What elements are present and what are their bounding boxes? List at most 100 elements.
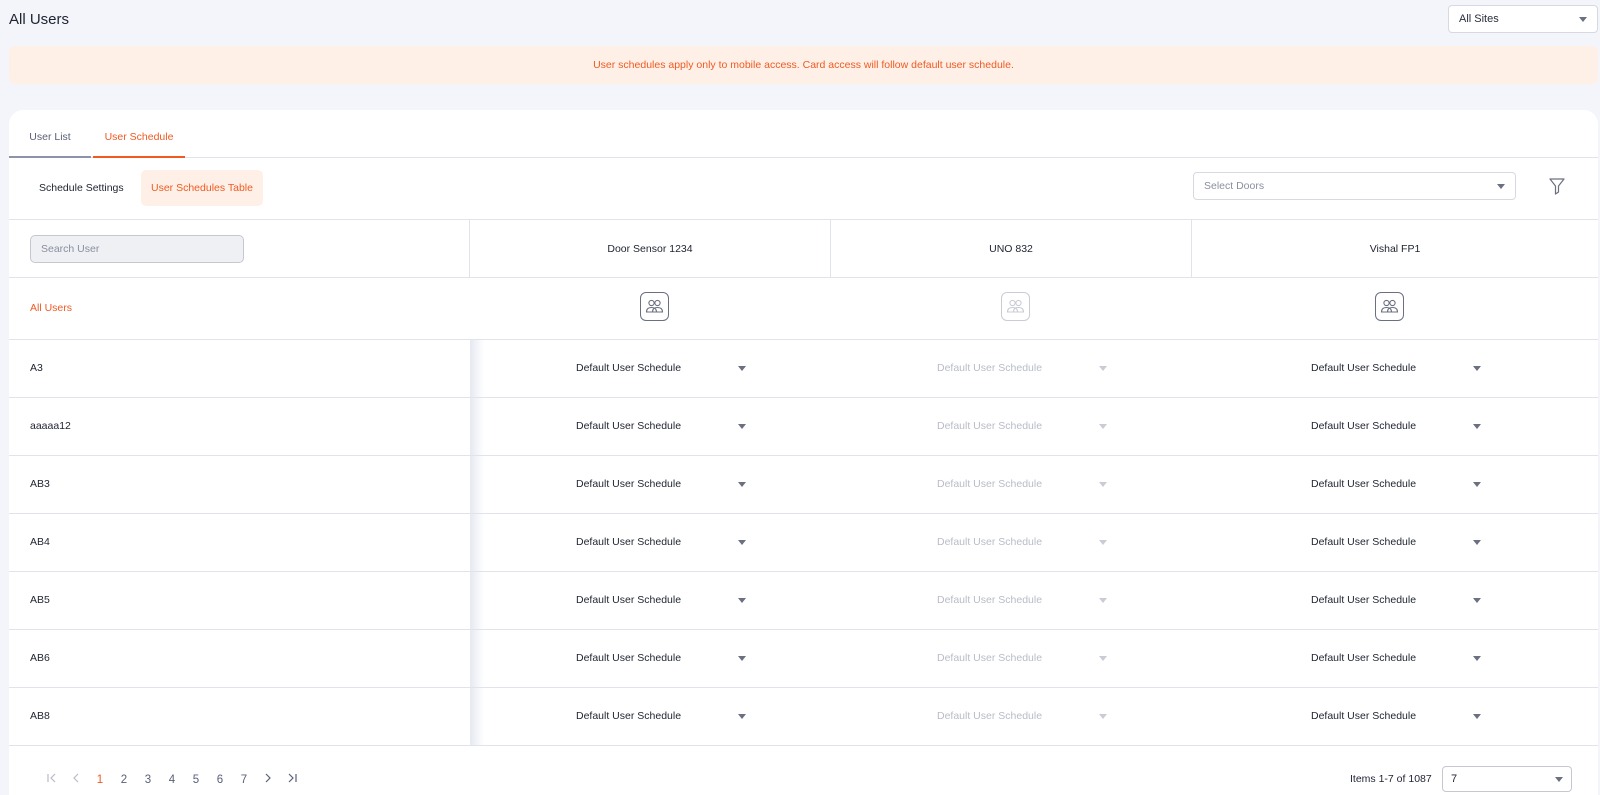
sub-toolbar: Schedule Settings User Schedules Table S… (9, 158, 1598, 220)
schedule-value: Default User Schedule (1311, 478, 1417, 490)
schedule-dropdown[interactable]: Default User Schedule (1311, 652, 1481, 664)
schedule-dropdown: Default User Schedule (937, 478, 1107, 490)
tab-user-schedule[interactable]: User Schedule (93, 131, 185, 158)
schedule-dropdown: Default User Schedule (937, 536, 1107, 548)
filter-icon[interactable] (1549, 177, 1565, 195)
schedule-value: Default User Schedule (1311, 420, 1417, 432)
group-assign-button[interactable] (640, 292, 669, 321)
schedule-dropdown[interactable]: Default User Schedule (576, 362, 746, 374)
all-users-label: All Users (30, 302, 73, 314)
chevron-down-icon (1555, 776, 1563, 782)
chevron-down-icon (1099, 365, 1107, 371)
schedule-dropdown[interactable]: Default User Schedule (1311, 710, 1481, 722)
door-column-header: UNO 832 (831, 220, 1192, 278)
schedule-dropdown: Default User Schedule (937, 710, 1107, 722)
page-button[interactable]: 7 (232, 774, 256, 786)
schedule-dropdown[interactable]: Default User Schedule (576, 536, 746, 548)
chevron-down-icon (1099, 597, 1107, 603)
user-name: AB5 (30, 594, 50, 606)
next-page-icon[interactable] (256, 773, 280, 786)
table-row: AB8 Default User Schedule Default User S… (9, 688, 1598, 746)
last-page-icon[interactable] (280, 773, 304, 786)
schedule-dropdown: Default User Schedule (937, 420, 1107, 432)
table-row: AB4 Default User Schedule Default User S… (9, 514, 1598, 572)
schedule-dropdown[interactable]: Default User Schedule (1311, 478, 1481, 490)
user-name: AB3 (30, 478, 50, 490)
schedule-dropdown[interactable]: Default User Schedule (576, 652, 746, 664)
column-shadow (470, 340, 484, 397)
chevron-down-icon (738, 481, 746, 487)
group-icon (1006, 299, 1025, 313)
schedule-dropdown: Default User Schedule (937, 362, 1107, 374)
chevron-down-icon (1099, 539, 1107, 545)
door-column-header: Door Sensor 1234 (470, 220, 831, 278)
column-shadow (470, 572, 484, 629)
per-page-select[interactable]: 7 (1442, 766, 1572, 792)
schedule-dropdown[interactable]: Default User Schedule (1311, 536, 1481, 548)
user-name: AB6 (30, 652, 50, 664)
page-button[interactable]: 3 (136, 774, 160, 786)
page-button[interactable]: 2 (112, 774, 136, 786)
group-assign-button[interactable] (1375, 292, 1404, 321)
schedule-card: User List User Schedule Schedule Setting… (9, 110, 1598, 795)
group-assign-button[interactable] (1001, 292, 1030, 321)
schedule-value: Default User Schedule (576, 362, 682, 374)
page-button[interactable]: 4 (160, 774, 184, 786)
schedule-dropdown[interactable]: Default User Schedule (576, 478, 746, 490)
schedule-value: Default User Schedule (1311, 710, 1417, 722)
page-button[interactable]: 6 (208, 774, 232, 786)
schedule-settings-button[interactable]: Schedule Settings (29, 170, 134, 206)
chevron-down-icon (1099, 713, 1107, 719)
user-name: aaaaa12 (30, 420, 71, 432)
table-header: Door Sensor 1234 UNO 832 Vishal FP1 (9, 220, 1598, 278)
schedule-dropdown: Default User Schedule (937, 594, 1107, 606)
schedule-dropdown[interactable]: Default User Schedule (1311, 594, 1481, 606)
chevron-down-icon (1473, 655, 1481, 661)
schedule-dropdown[interactable]: Default User Schedule (1311, 420, 1481, 432)
select-doors-placeholder: Select Doors (1204, 180, 1265, 192)
group-icon (645, 299, 664, 313)
first-page-icon[interactable] (40, 773, 64, 786)
schedule-value: Default User Schedule (576, 478, 682, 490)
chevron-down-icon (1473, 481, 1481, 487)
user-schedules-table-button[interactable]: User Schedules Table (141, 170, 263, 206)
search-input[interactable] (30, 235, 244, 263)
table-row: A3 Default User Schedule Default User Sc… (9, 340, 1598, 398)
schedule-value: Default User Schedule (576, 594, 682, 606)
prev-page-icon[interactable] (64, 773, 88, 786)
column-shadow (470, 456, 484, 513)
tab-user-list[interactable]: User List (9, 131, 91, 158)
schedule-dropdown[interactable]: Default User Schedule (576, 710, 746, 722)
schedule-dropdown[interactable]: Default User Schedule (576, 420, 746, 432)
column-shadow (470, 688, 484, 745)
schedule-value: Default User Schedule (937, 536, 1043, 548)
schedule-value: Default User Schedule (937, 478, 1043, 490)
schedule-value: Default User Schedule (576, 652, 682, 664)
chevron-down-icon (1473, 423, 1481, 429)
select-doors-dropdown[interactable]: Select Doors (1193, 172, 1516, 200)
chevron-down-icon (1497, 183, 1505, 189)
chevron-down-icon (1099, 481, 1107, 487)
chevron-down-icon (1473, 539, 1481, 545)
user-name: AB8 (30, 710, 50, 722)
page-button[interactable]: 5 (184, 774, 208, 786)
site-select[interactable]: All Sites (1448, 5, 1598, 33)
table-row: AB3 Default User Schedule Default User S… (9, 456, 1598, 514)
schedule-dropdown[interactable]: Default User Schedule (576, 594, 746, 606)
site-select-value: All Sites (1459, 13, 1499, 25)
chevron-down-icon (738, 365, 746, 371)
schedule-value: Default User Schedule (937, 420, 1043, 432)
pagination: 1 2 3 4 5 6 7 (40, 773, 304, 786)
schedule-value: Default User Schedule (576, 420, 682, 432)
schedule-dropdown: Default User Schedule (937, 652, 1107, 664)
schedule-value: Default User Schedule (1311, 652, 1417, 664)
schedule-value: Default User Schedule (576, 536, 682, 548)
chevron-down-icon (1099, 423, 1107, 429)
door-column-header: Vishal FP1 (1369, 243, 1421, 255)
schedule-value: Default User Schedule (937, 594, 1043, 606)
table-row: AB6 Default User Schedule Default User S… (9, 630, 1598, 688)
user-rows: A3 Default User Schedule Default User Sc… (9, 340, 1598, 746)
page-button[interactable]: 1 (88, 774, 112, 786)
schedule-dropdown[interactable]: Default User Schedule (1311, 362, 1481, 374)
search-cell (9, 220, 470, 278)
